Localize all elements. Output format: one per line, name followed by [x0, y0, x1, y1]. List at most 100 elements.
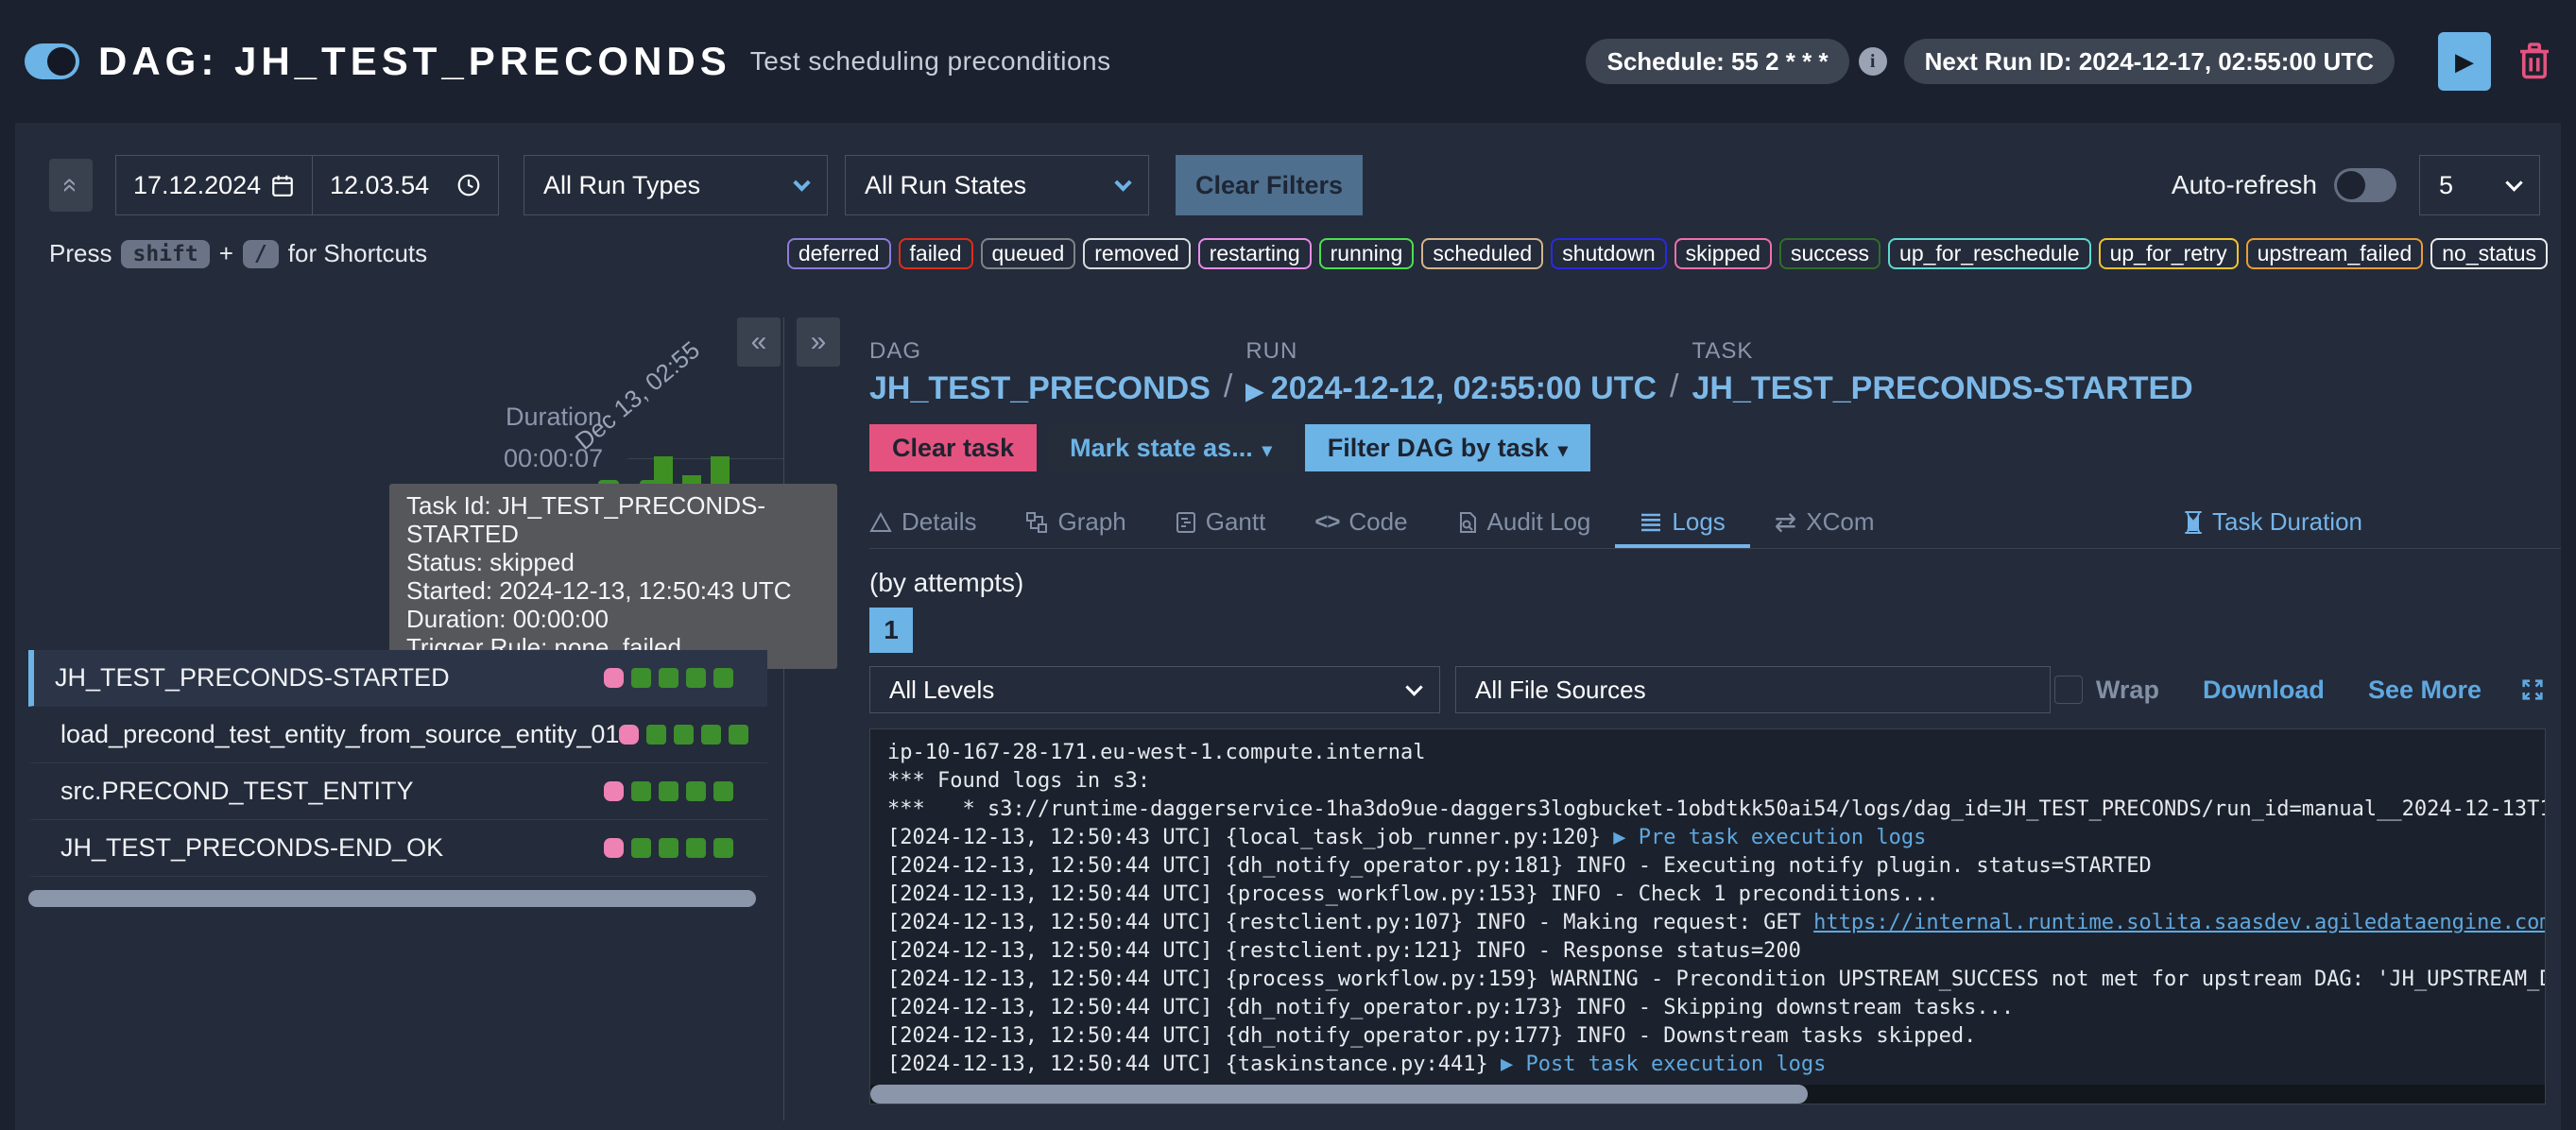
- schedule-info-icon[interactable]: i: [1859, 47, 1887, 76]
- chevron-down-icon: [1405, 678, 1422, 695]
- tab-xcom[interactable]: ⇄ XCom: [1750, 496, 1899, 548]
- task-instance-square[interactable]: [659, 781, 678, 801]
- log-line: [2024-12-13, 12:50:44 UTC] {dh_notify_op…: [887, 994, 2528, 1022]
- tab-logs[interactable]: Logs: [1615, 496, 1749, 548]
- task-instance-square[interactable]: [604, 668, 624, 688]
- task-row[interactable]: src.PRECOND_TEST_ENTITY: [28, 763, 767, 820]
- run-types-select[interactable]: All Run Types: [524, 155, 828, 215]
- kbd-slash: /: [243, 240, 279, 268]
- expand-details-button[interactable]: »: [797, 317, 840, 367]
- attempt-1-button[interactable]: 1: [869, 608, 913, 653]
- task-instance-square[interactable]: [713, 838, 733, 858]
- task-instance-square[interactable]: [674, 725, 694, 745]
- detail-tabs: Details Graph Gantt <> Code Audit Log: [869, 496, 2561, 549]
- task-instance-square[interactable]: [619, 725, 639, 745]
- task-instance-square[interactable]: [713, 781, 733, 801]
- status-badge: scheduled: [1421, 238, 1543, 269]
- task-instance-squares: [619, 725, 748, 745]
- fullscreen-button[interactable]: [2519, 676, 2546, 703]
- tab-audit-log[interactable]: Audit Log: [1433, 496, 1616, 548]
- date-input[interactable]: 17.12.2024: [116, 156, 313, 214]
- log-section-toggle[interactable]: ▶ Post task execution logs: [1501, 1053, 1826, 1076]
- clear-filters-button[interactable]: Clear Filters: [1176, 155, 1363, 215]
- delete-dag-button[interactable]: [2517, 42, 2551, 81]
- task-instance-square[interactable]: [631, 668, 651, 688]
- status-badge: failed: [899, 238, 973, 269]
- filter-dag-button[interactable]: Filter DAG by task▾: [1305, 424, 1590, 471]
- breadcrumb-task-link[interactable]: JH_TEST_PRECONDS-STARTED: [1692, 370, 2192, 407]
- task-instance-square[interactable]: [713, 668, 733, 688]
- toggle-knob: [47, 47, 76, 76]
- status-badge: upstream_failed: [2246, 238, 2424, 269]
- date-value: 17.12.2024: [133, 171, 261, 200]
- wrap-checkbox[interactable]: [2054, 676, 2083, 704]
- log-level-value: All Levels: [889, 676, 994, 705]
- legend-row: Press shift + / for Shortcuts deferred f…: [49, 238, 2548, 269]
- task-instance-square[interactable]: [646, 725, 666, 745]
- run-duration-bar[interactable]: [682, 475, 701, 484]
- auto-refresh-toggle[interactable]: [2334, 168, 2396, 202]
- task-row[interactable]: load_precond_test_entity_from_source_ent…: [28, 707, 767, 763]
- task-instance-square[interactable]: [604, 838, 624, 858]
- task-instance-square[interactable]: [631, 781, 651, 801]
- collapse-filters-button[interactable]: «: [49, 159, 93, 212]
- run-types-value: All Run Types: [543, 171, 700, 200]
- calendar-icon: [270, 173, 295, 197]
- task-instance-square[interactable]: [686, 838, 706, 858]
- task-row[interactable]: JH_TEST_PRECONDS-END_OK: [28, 820, 767, 877]
- log-level-select[interactable]: All Levels: [869, 666, 1440, 713]
- tab-details[interactable]: Details: [869, 496, 1001, 548]
- breadcrumb-separator: /: [1224, 368, 1232, 407]
- chevron-down-icon: [793, 174, 810, 191]
- log-scrollbar-thumb[interactable]: [870, 1085, 1808, 1104]
- xcom-icon: ⇄: [1775, 506, 1796, 538]
- task-instance-square[interactable]: [659, 838, 678, 858]
- time-input[interactable]: 12.03.54: [313, 156, 498, 214]
- tab-task-duration[interactable]: Task Duration: [2159, 496, 2561, 548]
- task-list: JH_TEST_PRECONDS-STARTED load_precond_te…: [28, 650, 767, 877]
- task-instance-square[interactable]: [604, 781, 624, 801]
- file-source-select[interactable]: All File Sources: [1455, 666, 2051, 713]
- play-icon: ▶: [2455, 47, 2474, 77]
- task-instance-square[interactable]: [701, 725, 721, 745]
- collapse-grid-button[interactable]: «: [737, 317, 781, 367]
- log-section-toggle[interactable]: ▶ Pre task execution logs: [1613, 826, 1926, 849]
- breadcrumb-dag-link[interactable]: JH_TEST_PRECONDS: [869, 370, 1211, 407]
- refresh-interval-select[interactable]: 5: [2419, 155, 2540, 215]
- mark-state-button[interactable]: Mark state as...▾: [1047, 424, 1295, 471]
- log-line: [2024-12-13, 12:50:44 UTC] {restclient.p…: [887, 909, 2528, 937]
- task-row[interactable]: JH_TEST_PRECONDS-STARTED: [28, 650, 767, 707]
- task-instance-square[interactable]: [659, 668, 678, 688]
- task-instance-square[interactable]: [729, 725, 748, 745]
- see-more-link[interactable]: See More: [2368, 676, 2482, 705]
- next-run-badge: Next Run ID: 2024-12-17, 02:55:00 UTC: [1904, 39, 2395, 84]
- grid-horizontal-scrollbar[interactable]: [28, 890, 756, 907]
- caret-down-icon: ▾: [1262, 440, 1272, 461]
- log-line: *** * s3://runtime-daggerservice-1ha3do9…: [887, 796, 2528, 824]
- tooltip-status: Status: skipped: [406, 548, 820, 576]
- run-states-value: All Run States: [865, 171, 1026, 200]
- dag-pause-toggle[interactable]: [25, 43, 79, 79]
- run-states-select[interactable]: All Run States: [845, 155, 1149, 215]
- pane-divider[interactable]: [783, 317, 784, 1121]
- status-badge: up_for_reschedule: [1888, 238, 2091, 269]
- chevron-down-icon: [2505, 174, 2522, 191]
- tab-code[interactable]: <> Code: [1290, 496, 1432, 548]
- task-instance-square[interactable]: [686, 781, 706, 801]
- tooltip-task-id: Task Id: JH_TEST_PRECONDS-STARTED: [406, 491, 820, 548]
- download-link[interactable]: Download: [2203, 676, 2325, 705]
- tab-gantt[interactable]: Gantt: [1151, 496, 1291, 548]
- log-controls: All Levels All File Sources Wrap Downloa…: [869, 666, 2561, 713]
- log-output: ip-10-167-28-171.eu-west-1.compute.inter…: [869, 728, 2546, 1104]
- task-instance-square[interactable]: [631, 838, 651, 858]
- log-url-link[interactable]: https://internal.runtime.solita.saasdev.…: [1813, 911, 2546, 934]
- tab-graph[interactable]: Graph: [1001, 496, 1150, 548]
- breadcrumb-run-link[interactable]: ▶2024-12-12, 02:55:00 UTC: [1245, 370, 1657, 407]
- log-scrollbar-track[interactable]: [870, 1085, 2545, 1104]
- run-duration-bar[interactable]: [711, 456, 730, 484]
- hourglass-icon: [2184, 510, 2203, 535]
- log-line: [2024-12-13, 12:50:43 UTC] {local_task_j…: [887, 824, 2528, 852]
- clear-task-button[interactable]: Clear task: [869, 424, 1037, 471]
- task-instance-square[interactable]: [686, 668, 706, 688]
- trigger-dag-button[interactable]: ▶: [2438, 32, 2491, 91]
